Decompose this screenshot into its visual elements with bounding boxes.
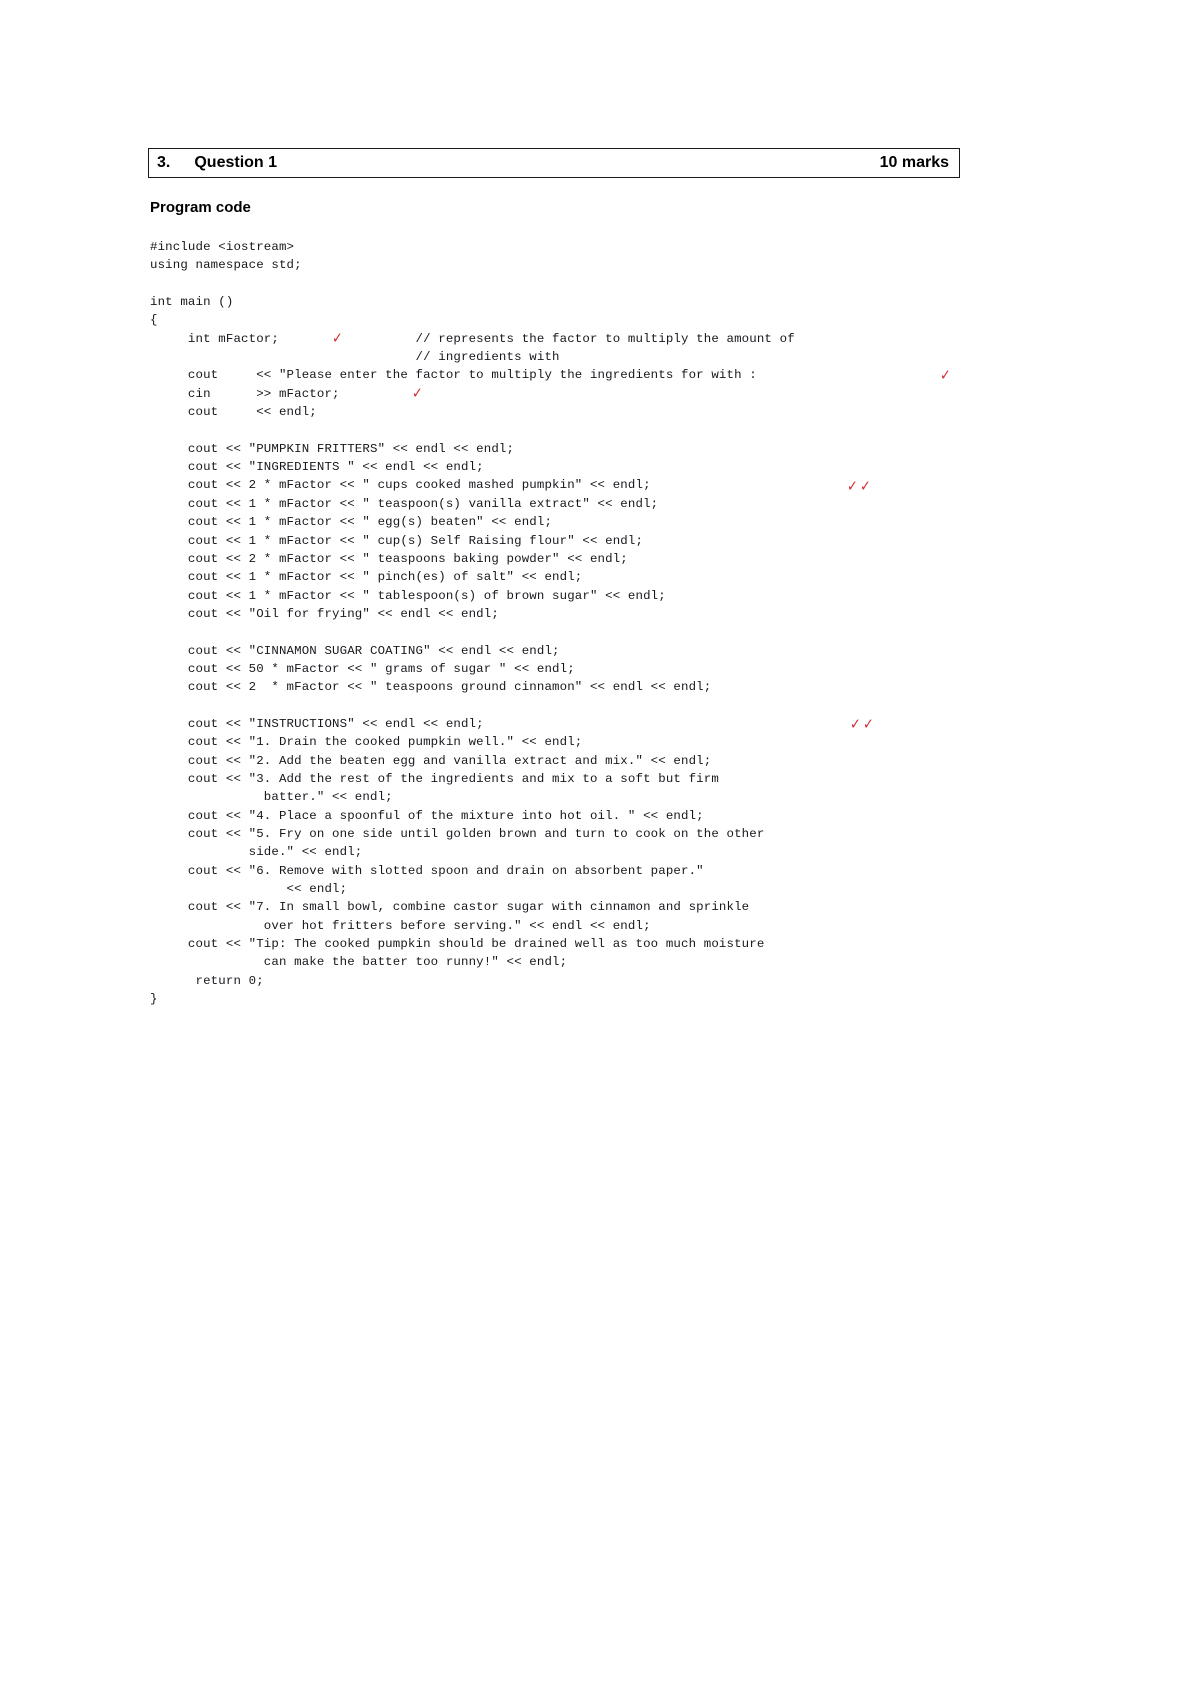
question-title: Question 1 <box>194 154 278 171</box>
code-line: side." << endl; <box>150 845 363 860</box>
program-code-listing: #include <iostream> using namespace std; … <box>150 238 990 1008</box>
code-line: cout << "5. Fry on one side until golden… <box>150 827 765 841</box>
code-line: cout << 1 * mFactor << " cup(s) Self Rai… <box>150 533 644 548</box>
code-line: cout << "4. Place a spoonful of the mixt… <box>150 808 704 823</box>
code-line: cout << "Oil for frying" << endl << endl… <box>150 606 499 621</box>
code-line: cout << 1 * mFactor << " teaspoon(s) van… <box>150 496 659 511</box>
code-line: return 0; <box>150 973 264 988</box>
code-line: cout << 50 * mFactor << " grams of sugar… <box>150 661 575 676</box>
code-line: cout << "3. Add the rest of the ingredie… <box>150 771 719 786</box>
code-line: cout << 1 * mFactor << " pinch(es) of sa… <box>150 570 583 585</box>
tick-mfactor-declaration: ✓ <box>331 329 343 347</box>
code-line: cout << "6. Remove with slotted spoon an… <box>150 863 704 878</box>
code-line: cout << "Tip: The cooked pumpkin should … <box>150 937 765 952</box>
code-line: int mFactor; // represents the factor to… <box>150 331 795 346</box>
question-number: 3. <box>157 154 171 171</box>
code-line: batter." << endl; <box>150 790 393 805</box>
code-line: cout << "1. Drain the cooked pumpkin wel… <box>150 735 583 750</box>
tick-instructions-1: ✓ <box>849 715 861 733</box>
tick-ingredients-1: ✓ <box>846 477 858 495</box>
code-line: using namespace std; <box>150 258 302 273</box>
code-line: #include <iostream> <box>150 240 295 254</box>
code-line: cout << 1 * mFactor << " tablespoon(s) o… <box>150 588 666 603</box>
code-line: << endl; <box>150 882 348 897</box>
code-line: cout << "INGREDIENTS " << endl << endl; <box>150 460 484 475</box>
code-line: cout << endl; <box>150 405 317 420</box>
code-line: // ingredients with <box>150 350 560 365</box>
program-code-heading: Program code <box>150 199 251 216</box>
tick-cout-prompt: ✓ <box>939 366 951 384</box>
code-line: { <box>150 313 158 328</box>
tick-ingredients-2: ✓ <box>859 477 871 495</box>
exam-page: 3. Question 1 10 marks Program code #inc… <box>0 0 1200 1698</box>
code-line: cout << "PUMPKIN FRITTERS" << endl << en… <box>150 441 515 456</box>
code-line: cout << 1 * mFactor << " egg(s) beaten" … <box>150 515 553 530</box>
code-line: cout << "7. In small bowl, combine casto… <box>150 900 750 915</box>
code-line: cout << 2 * mFactor << " teaspoons bakin… <box>150 551 628 566</box>
tick-instructions-2: ✓ <box>862 715 874 733</box>
code-line: cin >> mFactor; <box>150 386 340 401</box>
code-line: int main () <box>150 295 234 310</box>
code-line: } <box>150 992 158 1007</box>
code-line: cout << "2. Add the beaten egg and vanil… <box>150 753 712 768</box>
question-marks: 10 marks <box>879 154 949 171</box>
code-line: cout << "Please enter the factor to mult… <box>150 368 765 383</box>
question-header-bar: 3. Question 1 10 marks <box>148 148 960 178</box>
code-line: cout << "CINNAMON SUGAR COATING" << endl… <box>150 643 560 658</box>
code-line: can make the batter too runny!" << endl; <box>150 955 568 970</box>
code-line: over hot fritters before serving." << en… <box>150 918 651 933</box>
code-line: cout << 2 * mFactor << " teaspoons groun… <box>150 680 712 695</box>
tick-cin-mfactor: ✓ <box>411 384 423 402</box>
